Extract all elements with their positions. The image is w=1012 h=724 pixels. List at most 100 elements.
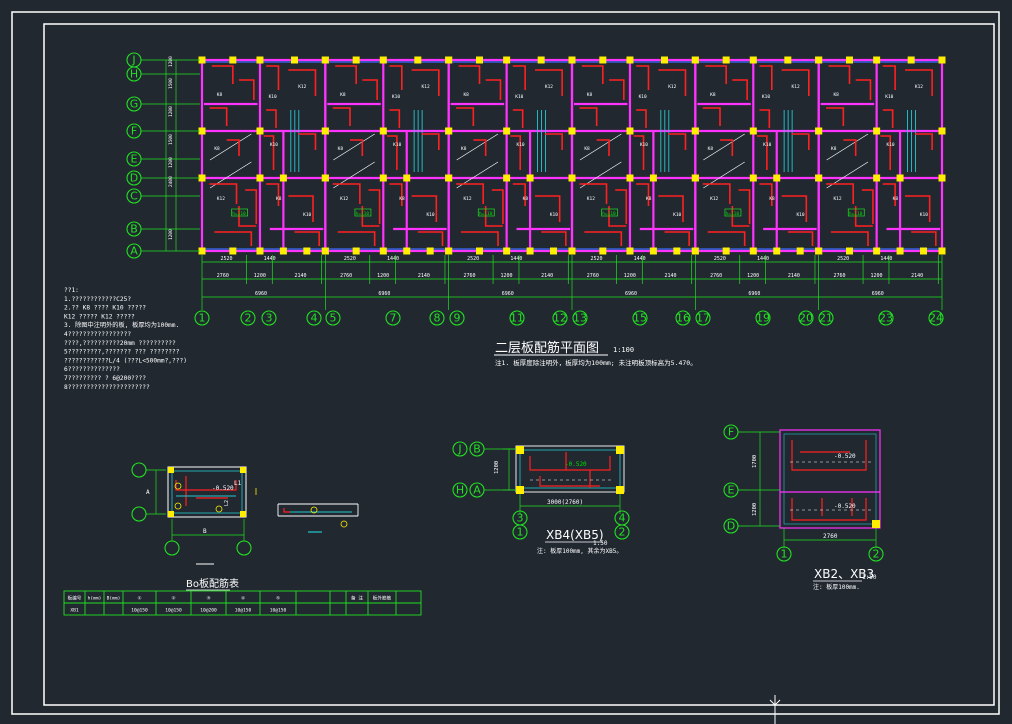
column (873, 247, 881, 255)
column (256, 127, 264, 135)
dim-total: 6960 (502, 291, 514, 297)
xb4-axis-h-label: H (456, 484, 464, 497)
column (773, 174, 781, 182)
plate-rebar-label: K12 (792, 84, 800, 90)
unit-outline (570, 58, 697, 253)
dim-2520: 2520 (591, 256, 603, 262)
rebar-hook (362, 79, 378, 100)
unit-outline (200, 58, 327, 253)
column (256, 56, 264, 64)
rebar-hook (759, 109, 771, 128)
unit-outline (447, 58, 574, 253)
plate-rebar-label: K12 (915, 84, 923, 90)
xb2-elev-lower: -0.520 (834, 503, 856, 510)
column (503, 56, 511, 64)
column (846, 56, 853, 64)
plate-rebar-label: K8 (893, 196, 899, 202)
column (626, 247, 634, 255)
plan-scale: 1:100 (613, 346, 634, 354)
dim-1200: 1200 (500, 273, 512, 279)
plan-note: 注1. 板厚度除注明外，板厚均为100mm; 未注明板顶标高为5.470。 (495, 358, 697, 367)
rebar-hook (609, 79, 625, 100)
column (691, 247, 699, 255)
column (568, 247, 576, 255)
rebar-hook (214, 231, 253, 246)
row-axis-f-label: F (131, 125, 137, 138)
column (379, 56, 387, 64)
rebar-hook (636, 65, 650, 90)
col-axis-9-label: 9 (454, 312, 461, 325)
note-line: 1.????????????C25? (64, 296, 131, 303)
column (691, 174, 699, 182)
plate-rebar-label: K8 (523, 196, 529, 202)
dim-1440: 1440 (510, 256, 522, 262)
xb4-left-dim: 1200 (494, 461, 500, 474)
detail-b-l1: L1 (234, 480, 242, 487)
column (815, 127, 823, 135)
rebar-hook (461, 231, 499, 246)
detail-b-side: A (146, 489, 150, 496)
plate-rebar-label: K10 (269, 94, 277, 100)
note-line: 3. 除图中注明外的板, 板厚均为100mm. (64, 321, 179, 329)
rebar-hook (266, 109, 277, 128)
column (749, 174, 757, 182)
rebar-hook (294, 231, 320, 246)
table-data-cell: 10@150 (131, 608, 148, 614)
col-axis-20-label: 20 (799, 312, 813, 325)
rebar-hook (417, 231, 444, 246)
column (815, 174, 823, 182)
rebar-hook (332, 107, 351, 126)
left-dim-text: 2400 (168, 176, 174, 187)
column (279, 174, 287, 182)
rebar-hook (411, 69, 440, 96)
note-line: 7????????? ? 6@200???? (64, 375, 146, 382)
plate-thickness-label: h=110 (602, 211, 616, 217)
column (476, 247, 483, 255)
dim-1200: 1200 (377, 273, 389, 279)
plate-rebar-label: K10 (920, 212, 928, 218)
plan-unit: h=110 K8 K10 K12 K8 K10 K12 K8 K10 (321, 56, 453, 255)
column (649, 174, 657, 182)
column (691, 127, 699, 135)
note-line: 4????????????????? (64, 331, 131, 338)
table-header-cell: ⑤ (276, 596, 281, 602)
rebar-hook (266, 183, 280, 206)
dim-total: 6960 (378, 291, 390, 297)
plate-rebar-label: K12 (668, 84, 676, 90)
column (445, 56, 453, 64)
column (749, 247, 757, 255)
column (256, 174, 264, 182)
column (815, 56, 823, 64)
rebar-hook (787, 231, 814, 246)
row-axis-b-label: B (130, 223, 138, 236)
note-line: ??1: (64, 287, 79, 294)
dim-1440: 1440 (757, 256, 769, 262)
xb2-left-dim-2: 1200 (752, 503, 758, 516)
xb4-axis-2-label: 2 (619, 526, 626, 539)
rebar-hook (882, 183, 896, 206)
xb4-axis-b-label: B (473, 443, 481, 456)
column (321, 127, 329, 135)
cad-drawing-canvas[interactable]: h=110 K8 K10 K12 K8 K10 K12 K8 K10 h=110 K8 K10 K12 K… (0, 0, 1012, 724)
plan-title: 二层板配筋平面图 (495, 340, 599, 356)
col-axis-12-label: 12 (553, 312, 567, 325)
table-header-cell: 板外筋筋 (373, 595, 392, 602)
main-plan[interactable]: h=110 K8 K10 K12 K8 K10 K12 K8 K10 h=110 K8 K10 K12 K… (126, 52, 946, 326)
xb2-axis-f-label: F (728, 426, 734, 439)
plan-unit: h=110 K8 K10 K12 K8 K10 K12 K8 K10 (445, 56, 576, 255)
dim-2520: 2520 (221, 256, 233, 262)
plate-rebar-label: K8 (584, 146, 590, 152)
dim-2760: 2760 (217, 273, 229, 279)
rebar-hook (705, 65, 727, 84)
rebar-hook (387, 135, 398, 170)
column (896, 247, 904, 255)
plate-rebar-label: K10 (763, 142, 771, 148)
rebar-hook (911, 231, 937, 246)
xb2-dim: 2760 (823, 533, 838, 540)
rebar-hook (584, 231, 623, 246)
detail-b-section (277, 503, 359, 533)
table-header-cell: ④ (241, 596, 246, 602)
note-line: 2.?? K8 ???? K10 ????? (64, 305, 146, 312)
plate-rebar-label: K8 (217, 92, 223, 98)
plate-rebar-label: K8 (461, 146, 467, 152)
